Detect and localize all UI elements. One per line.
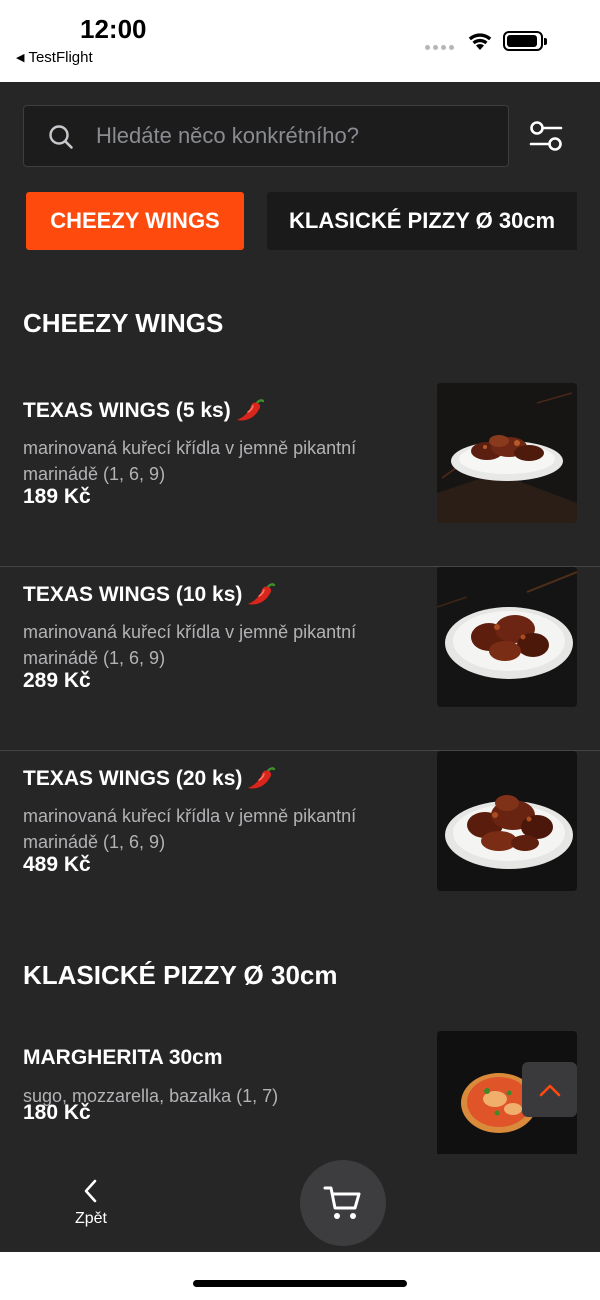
item-price: 180 Kč — [23, 1101, 91, 1124]
item-name-row: MARGHERITA 30cm — [23, 1046, 223, 1070]
item-description: marinovaná kuřecí křídla v jemně pikantn… — [23, 438, 357, 484]
item-description: marinovaná kuřecí křídla v jemně pikantn… — [23, 806, 357, 852]
section-title: KLASICKÉ PIZZY Ø 30cm — [23, 960, 338, 990]
item-image-wings[interactable] — [437, 383, 577, 523]
cart-button[interactable] — [300, 1160, 386, 1246]
search-input[interactable] — [96, 106, 496, 166]
scroll-to-top-button[interactable] — [522, 1062, 577, 1117]
bottom-nav: Zpět — [0, 1154, 600, 1252]
chili-pepper-icon — [236, 399, 264, 421]
home-indicator-area — [0, 1252, 600, 1300]
chili-pepper-icon — [248, 583, 276, 605]
item-name: MARGHERITA 30cm — [23, 1046, 223, 1069]
item-image-wings[interactable] — [437, 567, 577, 707]
item-name: TEXAS WINGS (10 ks) — [23, 583, 243, 606]
wifi-icon — [468, 33, 492, 50]
back-triangle-icon: ◀ — [16, 52, 25, 64]
menu-item[interactable]: TEXAS WINGS (5 ks) marinovaná kuřecí kří… — [0, 383, 600, 567]
item-name-row: TEXAS WINGS (5 ks) — [23, 398, 265, 424]
filter-icon[interactable] — [528, 120, 564, 152]
item-name-row: TEXAS WINGS (10 ks) — [23, 582, 276, 608]
home-indicator[interactable] — [193, 1280, 407, 1287]
menu-screen: CHEEZY WINGS KLASICKÉ PIZZY Ø 30cm CHEEZ… — [0, 82, 600, 1252]
back-label: Zpět — [74, 1210, 107, 1227]
chili-pepper-icon — [248, 767, 276, 789]
item-description: marinovaná kuřecí křídla v jemně pikantn… — [23, 622, 357, 668]
back-button[interactable]: Zpět — [60, 1178, 122, 1238]
status-time: 12:00 — [80, 14, 147, 44]
status-back-label: TestFlight — [28, 49, 93, 66]
item-name: TEXAS WINGS (5 ks) — [23, 399, 231, 422]
item-price: 489 Kč — [23, 853, 91, 876]
item-name-row: TEXAS WINGS (20 ks) — [23, 766, 276, 792]
menu-item[interactable]: TEXAS WINGS (10 ks) marinovaná kuřecí kř… — [0, 567, 600, 751]
item-price: 189 Kč — [23, 485, 91, 508]
item-price: 289 Kč — [23, 669, 91, 692]
tab-klasicke-pizzy[interactable]: KLASICKÉ PIZZY Ø 30cm — [267, 192, 577, 250]
section-title: CHEEZY WINGS — [23, 308, 224, 338]
search-box[interactable] — [23, 105, 509, 167]
category-tabs: CHEEZY WINGS KLASICKÉ PIZZY Ø 30cm — [0, 192, 600, 252]
cellular-signal-icon — [425, 45, 454, 50]
battery-icon — [503, 31, 547, 51]
status-back-to-app[interactable]: ◀ TestFlight — [16, 49, 93, 66]
item-image-wings[interactable] — [437, 751, 577, 891]
menu-item[interactable]: TEXAS WINGS (20 ks) marinovaná kuřecí kř… — [0, 751, 600, 935]
cart-icon — [323, 1186, 361, 1219]
chevron-left-icon — [84, 1179, 97, 1203]
tab-cheezy-wings[interactable]: CHEEZY WINGS — [26, 192, 244, 250]
item-name: TEXAS WINGS (20 ks) — [23, 767, 243, 790]
status-bar: 12:00 ◀ TestFlight — [0, 0, 600, 82]
search-icon — [49, 125, 73, 149]
chevron-up-icon — [539, 1084, 560, 1096]
